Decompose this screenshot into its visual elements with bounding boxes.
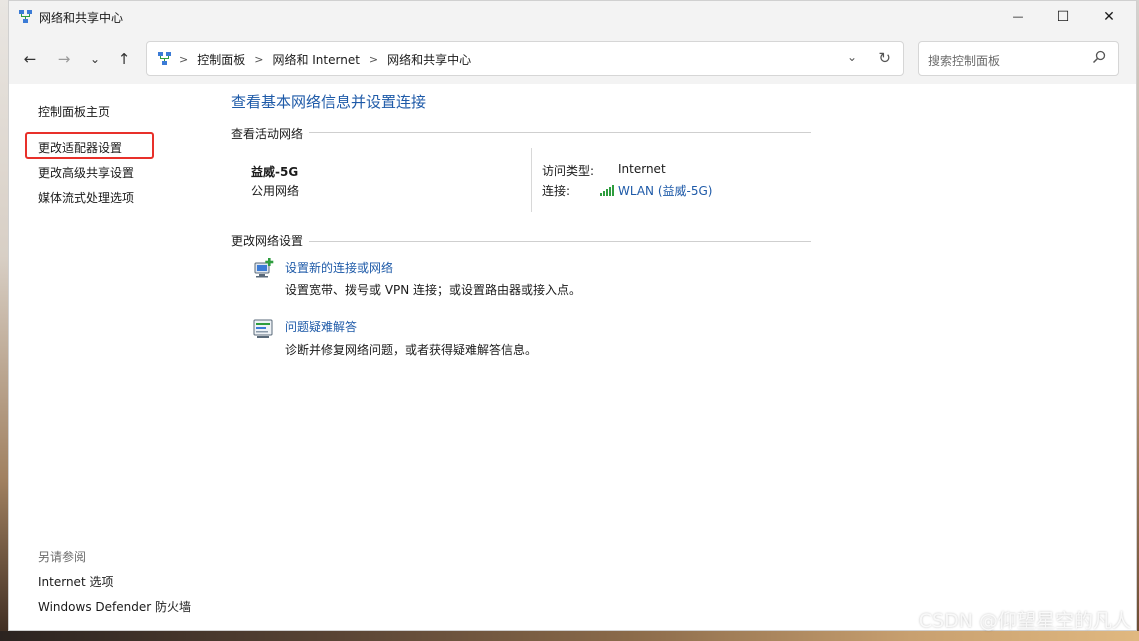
breadcrumb-item-control-panel[interactable]: 控制面板 (197, 51, 245, 68)
chevron-down-icon: ⌄ (89, 52, 101, 66)
sidebar-item-media-streaming-options[interactable]: 媒体流式处理选项 (38, 189, 134, 206)
search-icon (1092, 50, 1106, 64)
section-divider (309, 132, 811, 133)
maximize-button[interactable]: ☐ (1040, 1, 1086, 32)
troubleshoot-link[interactable]: 问题疑难解答 (285, 318, 357, 335)
new-connection-icon (254, 258, 274, 278)
breadcrumb-item-network-sharing-center[interactable]: 网络和共享中心 (387, 51, 471, 68)
recent-locations-button[interactable]: ⌄ (84, 48, 106, 70)
refresh-button[interactable]: ↻ (878, 49, 891, 67)
vertical-divider (531, 148, 532, 212)
chevron-down-icon: ⌄ (846, 50, 857, 64)
page-title: 查看基本网络信息并设置连接 (231, 93, 427, 111)
control-panel-icon (158, 52, 171, 65)
sidebar: 控制面板主页 更改适配器设置 更改高级共享设置 媒体流式处理选项 另请参阅 In… (9, 84, 209, 630)
see-also-internet-options[interactable]: Internet 选项 (38, 573, 113, 590)
chevron-right-icon: > (368, 53, 379, 66)
troubleshoot-description: 诊断并修复网络问题，或者获得疑难解答信息。 (285, 343, 538, 357)
forward-arrow-icon: → (57, 50, 71, 68)
wifi-signal-icon (600, 185, 614, 196)
network-sharing-center-window: 网络和共享中心 — ☐ ✕ ← → ⌄ ↑ > 控制面板 > 网络和 Inter… (8, 0, 1137, 631)
sidebar-item-change-adapter-settings[interactable]: 更改适配器设置 (38, 139, 122, 156)
setup-new-connection-link[interactable]: 设置新的连接或网络 (285, 259, 393, 276)
title-bar: 网络和共享中心 — ☐ ✕ (9, 1, 1136, 32)
sidebar-item-control-panel-home[interactable]: 控制面板主页 (38, 103, 110, 120)
chevron-right-icon: > (254, 53, 264, 66)
forward-button[interactable]: → (53, 48, 75, 70)
sidebar-item-advanced-sharing-settings[interactable]: 更改高级共享设置 (38, 164, 134, 181)
minimize-button[interactable]: — (995, 1, 1041, 32)
up-button[interactable]: ↑ (113, 48, 135, 70)
network-name: 益威-5G (251, 165, 299, 179)
wlan-connection-link[interactable]: WLAN (益威-5G) (600, 182, 712, 199)
see-also-windows-defender-firewall[interactable]: Windows Defender 防火墙 (38, 598, 191, 615)
setup-new-connection-description: 设置宽带、拨号或 VPN 连接；或设置路由器或接入点。 (285, 283, 582, 297)
close-button[interactable]: ✕ (1086, 1, 1132, 32)
close-icon: ✕ (1103, 8, 1115, 25)
connection-label: 连接: (542, 184, 571, 198)
wlan-connection-text: WLAN (益威-5G) (618, 184, 713, 198)
address-dropdown-button[interactable]: ⌄ (847, 50, 857, 64)
troubleshoot-icon (253, 319, 273, 338)
see-also-heading: 另请参阅 (38, 550, 87, 564)
breadcrumb-item-network-internet[interactable]: 网络和 Internet (272, 51, 359, 68)
network-category[interactable]: 公用网络 (251, 182, 299, 199)
desktop-background-left (0, 0, 8, 641)
search-input[interactable]: 搜索控制面板 (918, 41, 1119, 76)
search-placeholder: 搜索控制面板 (928, 54, 1001, 68)
watermark: CSDN @仰望星空的凡人 (918, 610, 1131, 632)
refresh-icon: ↻ (878, 49, 891, 67)
back-arrow-icon: ← (23, 50, 37, 68)
window-title: 网络和共享中心 (39, 11, 124, 25)
section-divider (309, 241, 811, 242)
access-type-label: 访问类型: (542, 164, 595, 178)
address-bar[interactable]: > 控制面板 > 网络和 Internet > 网络和共享中心 ⌄ ↻ (146, 41, 904, 76)
minimize-icon: — (1012, 10, 1024, 23)
chevron-right-icon: > (179, 53, 189, 66)
maximize-icon: ☐ (1056, 8, 1070, 25)
change-settings-heading: 更改网络设置 (231, 234, 304, 248)
up-arrow-icon: ↑ (117, 50, 131, 68)
access-type-value: Internet (618, 162, 666, 176)
navigation-bar: ← → ⌄ ↑ > 控制面板 > 网络和 Internet > 网络和共享中心 … (9, 32, 1136, 84)
active-networks-heading: 查看活动网络 (231, 127, 304, 141)
back-button[interactable]: ← (19, 48, 41, 70)
breadcrumb: > 控制面板 > 网络和 Internet > 网络和共享中心 (179, 51, 471, 68)
network-icon (19, 10, 32, 23)
